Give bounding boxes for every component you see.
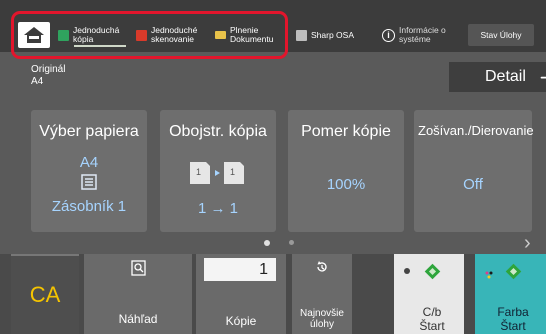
- tile-title: Obojstr. kópia: [169, 123, 267, 140]
- copies-label: Kópie: [225, 314, 257, 328]
- tile-value-staple: Off: [463, 176, 483, 193]
- preview-label: Náhľad: [118, 312, 158, 326]
- tile-value-tray: Zásobník 1: [51, 198, 127, 215]
- tab-sharp-osa[interactable]: Sharp OSA: [296, 20, 354, 50]
- tab-system-info[interactable]: i Informácie o systéme: [382, 20, 459, 50]
- detail-button[interactable]: Detail ➜: [449, 62, 546, 92]
- start-diamond-icon: [424, 263, 441, 280]
- active-tab-indicator: [74, 45, 126, 47]
- tray-icon: [81, 174, 97, 190]
- tab-label: Plnenie Dokumentu: [230, 25, 274, 44]
- page-dot-active[interactable]: [264, 240, 270, 246]
- top-bar: Jednoduchá kópia Jednoduché skenovanie P…: [0, 0, 546, 52]
- bw-start-label-1: C/b: [422, 305, 442, 319]
- tab-label: Sharp OSA: [311, 29, 354, 40]
- chevron-right-icon[interactable]: ›: [524, 232, 531, 255]
- info-icon: i: [382, 28, 395, 42]
- color-start-button[interactable]: Farba Štart: [475, 254, 546, 334]
- recent-jobs-label: Najnovšie úlohy: [300, 308, 344, 330]
- original-size: A4: [31, 76, 44, 87]
- detail-label: Detail: [485, 68, 526, 85]
- home-icon: [24, 27, 44, 43]
- page-dot[interactable]: [289, 240, 294, 245]
- tile-copy-ratio[interactable]: Pomer kópie 100%: [288, 110, 404, 232]
- tile-paper-select[interactable]: Výber papiera A4 Zásobník 1: [31, 110, 147, 232]
- svg-text:1: 1: [230, 167, 235, 177]
- tile-title: Zošívan./Dierovanie: [418, 123, 534, 138]
- tab-simple-scan[interactable]: Jednoduché skenovanie: [136, 20, 213, 50]
- recent-jobs-button[interactable]: Najnovšie úlohy: [292, 254, 352, 334]
- tile-value-ratio: 100%: [326, 176, 366, 193]
- clear-all-label: CA: [29, 282, 61, 307]
- tile-value-paper-size: A4: [79, 154, 99, 171]
- tab-label: Jednoduchá kópia: [73, 25, 120, 44]
- home-button[interactable]: [18, 22, 50, 48]
- tile-title: Výber papiera: [39, 123, 139, 140]
- tile-value-duplex: 1 → 1: [197, 200, 239, 217]
- tab-label: Informácie o systéme: [399, 25, 446, 44]
- bw-dot-icon: [404, 268, 410, 274]
- arrow-right-icon: ➜: [539, 68, 546, 85]
- clear-all-button[interactable]: CA: [11, 254, 79, 334]
- color-start-label-1: Farba: [497, 305, 529, 319]
- copy-icon: [58, 29, 69, 41]
- bw-start-button[interactable]: C/b Štart: [394, 254, 464, 334]
- folder-icon: [215, 31, 226, 39]
- tile-title: Pomer kópie: [301, 123, 391, 140]
- job-status-label: Stav Úlohy: [480, 30, 522, 40]
- svg-text:1: 1: [196, 167, 201, 177]
- tile-staple-punch[interactable]: Zošívan./Dierovanie Off: [414, 110, 534, 232]
- bw-start-label-2: Štart: [419, 319, 445, 333]
- duplex-icon: 1 1: [188, 160, 248, 186]
- job-status-button[interactable]: Stav Úlohy: [468, 24, 534, 46]
- tab-label: Jednoduché skenovanie: [151, 25, 198, 44]
- scan-icon: [136, 29, 147, 41]
- osa-icon: [296, 29, 307, 41]
- preview-icon: [131, 260, 147, 276]
- tile-duplex[interactable]: Obojstr. kópia 1 1 1 → 1: [160, 110, 276, 232]
- history-icon: [315, 260, 329, 274]
- copies-input[interactable]: 1: [204, 258, 276, 281]
- start-diamond-icon: [505, 263, 522, 280]
- original-label: Originál: [31, 64, 66, 75]
- tab-document-filing[interactable]: Plnenie Dokumentu: [215, 20, 286, 50]
- color-dots-icon: [485, 266, 495, 279]
- preview-button[interactable]: Náhľad: [84, 254, 192, 334]
- color-start-label-2: Štart: [500, 319, 526, 333]
